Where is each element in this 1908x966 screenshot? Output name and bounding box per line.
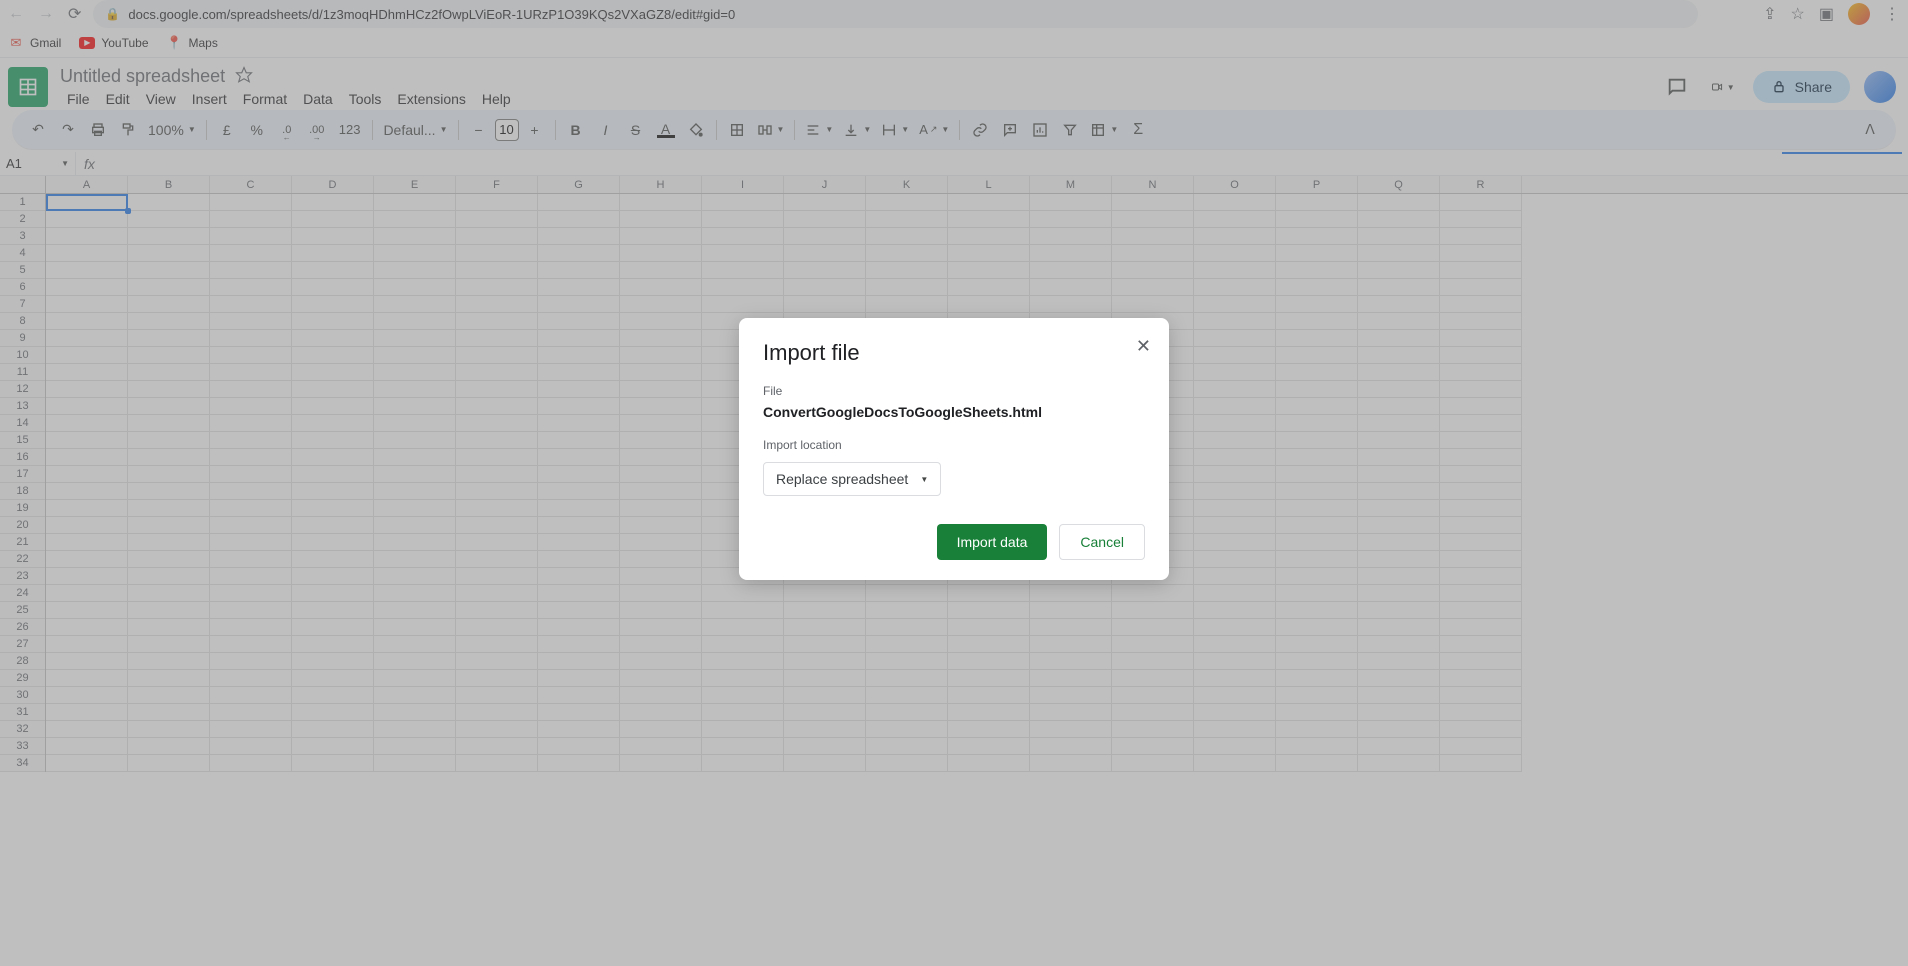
import-location-value: Replace spreadsheet — [776, 471, 908, 487]
chevron-down-icon: ▼ — [920, 475, 928, 484]
import-location-label: Import location — [763, 438, 1145, 452]
file-name: ConvertGoogleDocsToGoogleSheets.html — [763, 404, 1145, 420]
import-location-select[interactable]: Replace spreadsheet ▼ — [763, 462, 941, 496]
import-data-button[interactable]: Import data — [937, 524, 1048, 560]
file-label: File — [763, 384, 1145, 398]
cancel-button[interactable]: Cancel — [1059, 524, 1145, 560]
dialog-title: Import file — [763, 340, 1145, 366]
import-file-dialog: Import file ✕ File ConvertGoogleDocsToGo… — [739, 318, 1169, 580]
close-icon[interactable]: ✕ — [1136, 336, 1151, 357]
modal-overlay: Import file ✕ File ConvertGoogleDocsToGo… — [0, 0, 1908, 966]
